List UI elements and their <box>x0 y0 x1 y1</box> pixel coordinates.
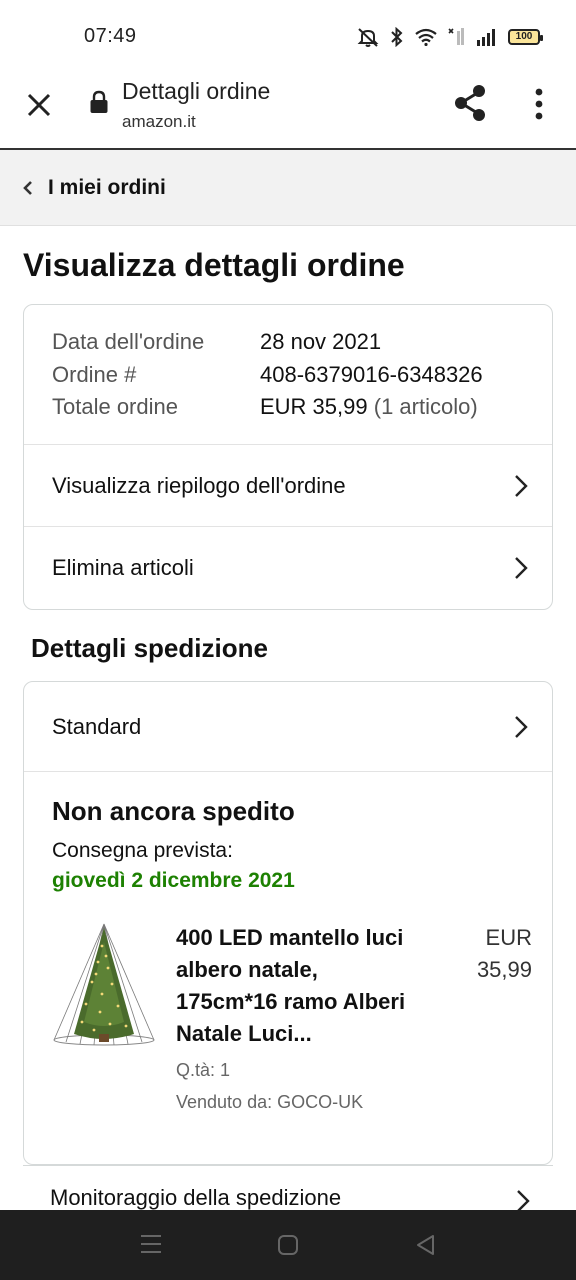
more-icon <box>535 88 543 120</box>
close-icon <box>27 93 51 117</box>
chevron-right-icon <box>515 557 528 579</box>
shipping-method-link[interactable]: Standard <box>24 682 552 772</box>
browser-toolbar: Dettagli ordine amazon.it <box>0 72 576 150</box>
order-item-count: (1 articolo) <box>373 394 478 419</box>
product-price-value: 35,99 <box>476 957 532 982</box>
status-bar: 07:49 100 <box>0 0 576 72</box>
chevron-right-icon <box>515 474 528 497</box>
order-total-label: Totale ordine <box>52 394 178 419</box>
mute-icon <box>357 28 379 47</box>
battery-icon: 100 <box>508 29 543 45</box>
bluetooth-icon <box>391 27 403 47</box>
shipment-status-title: Non ancora spedito <box>52 796 295 826</box>
signal-icon <box>477 29 495 46</box>
order-date-value: 28 nov 2021 <box>260 329 382 354</box>
delivery-estimate-date: giovedì 2 dicembre 2021 <box>52 869 295 892</box>
no-signal-icon <box>448 28 464 45</box>
page-url-title[interactable]: Dettagli ordine <box>122 78 270 105</box>
shipment-tracking-link[interactable]: Monitoraggio della spedizione <box>50 1185 540 1212</box>
back-icon[interactable] <box>415 1234 435 1256</box>
close-button[interactable] <box>22 88 56 122</box>
shipment-status: Non ancora spedito Consegna prevista: gi… <box>24 772 552 893</box>
product-title[interactable]: 400 LED mantello luci albero natale, 175… <box>176 922 412 1050</box>
chevron-right-icon <box>515 715 528 738</box>
order-details-card: Data dell'ordine 28 nov 2021 Ordine # 40… <box>23 304 553 610</box>
product-image[interactable] <box>52 922 156 1050</box>
recent-apps-icon[interactable] <box>140 1234 162 1254</box>
page-title: Visualizza dettagli ordine <box>23 247 405 283</box>
lock-icon <box>90 90 108 113</box>
home-icon[interactable] <box>277 1234 299 1256</box>
delete-items-label: Elimina articoli <box>52 555 194 580</box>
system-navigation-bar <box>0 1210 576 1280</box>
product-quantity: Q.tà: 1 <box>176 1060 231 1080</box>
status-icons: 100 <box>356 24 543 50</box>
delivery-estimate-label: Consegna prevista: <box>52 839 233 862</box>
order-summary-link[interactable]: Visualizza riepilogo dell'ordine <box>24 445 552 527</box>
back-nav-label: I miei ordini <box>48 175 166 199</box>
delete-items-link[interactable]: Elimina articoli <box>24 527 552 609</box>
order-number-label: Ordine # <box>52 361 137 387</box>
order-total-row: Totale ordine EUR 35,99 (1 articolo) <box>52 394 552 427</box>
share-icon <box>455 85 485 121</box>
divider <box>23 1165 553 1166</box>
product-seller: Venduto da: GOCO-UK <box>176 1092 364 1112</box>
order-info: Data dell'ordine 28 nov 2021 Ordine # 40… <box>24 305 552 445</box>
shipping-method-label: Standard <box>52 713 142 739</box>
more-options-button[interactable] <box>528 86 550 127</box>
order-date-label: Data dell'ordine <box>52 329 205 354</box>
back-to-orders-link[interactable]: I miei ordini <box>0 150 576 226</box>
product-item: 400 LED mantello luci albero natale, 175… <box>52 922 532 1122</box>
shipping-section-title: Dettagli spedizione <box>31 633 268 663</box>
order-date-row: Data dell'ordine 28 nov 2021 <box>52 329 552 362</box>
shipment-tracking-label: Monitoraggio della spedizione <box>50 1185 342 1210</box>
order-total-amount: EUR 35,99 <box>260 394 368 419</box>
product-price: EUR 35,99 <box>442 922 532 986</box>
order-number-row: Ordine # 408-6379016-6348326 <box>52 362 552 395</box>
status-time: 07:49 <box>84 25 137 47</box>
battery-level: 100 <box>515 31 533 42</box>
share-button[interactable] <box>452 84 488 127</box>
shipping-card: Standard Non ancora spedito Consegna pre… <box>23 681 553 1165</box>
chevron-left-icon <box>23 180 32 195</box>
order-number-value: 408-6379016-6348326 <box>260 361 483 387</box>
page-url-domain[interactable]: amazon.it <box>122 112 196 132</box>
wifi-icon <box>415 28 437 46</box>
order-total-value: EUR 35,99 (1 articolo) <box>260 394 478 427</box>
order-summary-label: Visualizza riepilogo dell'ordine <box>52 472 346 498</box>
product-price-currency: EUR <box>485 925 532 950</box>
